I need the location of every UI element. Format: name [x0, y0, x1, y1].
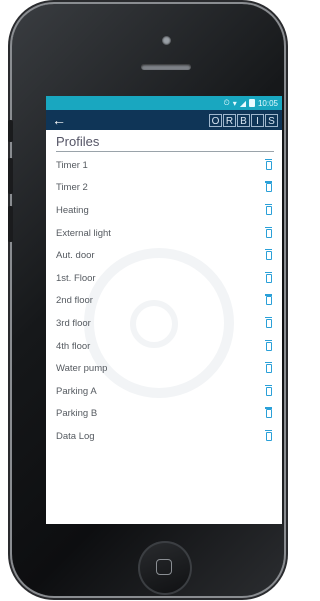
list-item[interactable]: Aut. door: [56, 244, 274, 267]
list-item[interactable]: 3rd floor: [56, 312, 274, 335]
profile-name: Timer 2: [56, 182, 88, 194]
logo-letter: R: [223, 113, 236, 127]
trash-icon[interactable]: [265, 362, 272, 374]
trash-icon[interactable]: [265, 249, 272, 261]
logo-letter: B: [237, 113, 250, 127]
profile-name: Data Log: [56, 430, 95, 442]
app-bar: ← O R B I S: [46, 110, 282, 130]
profile-name: 4th floor: [56, 340, 91, 352]
alarm-icon: ⏲: [223, 98, 230, 107]
trash-icon[interactable]: [265, 316, 272, 328]
brand-logo: O R B I S: [209, 113, 278, 127]
home-button[interactable]: [138, 541, 192, 595]
battery-icon: [248, 99, 255, 107]
list-item[interactable]: Timer 2: [56, 177, 274, 200]
back-button[interactable]: ←: [52, 113, 66, 127]
list-item[interactable]: Parking A: [56, 380, 274, 403]
logo-letter: S: [265, 113, 278, 127]
trash-icon[interactable]: [265, 407, 272, 419]
earpiece-speaker: [141, 64, 191, 70]
profile-name: Parking A: [56, 385, 97, 397]
profile-name: Heating: [56, 204, 89, 216]
trash-icon[interactable]: [265, 294, 272, 306]
wifi-icon: ▾: [232, 98, 237, 108]
list-item[interactable]: Data Log: [56, 425, 274, 448]
main-content: Profiles Timer 1 Timer 2 Heating Externa…: [46, 130, 282, 448]
trash-icon[interactable]: [265, 339, 272, 351]
logo-letter: O: [209, 113, 222, 127]
volume-down-button: [8, 206, 13, 242]
list-item[interactable]: Heating: [56, 199, 274, 222]
list-item[interactable]: 2nd floor: [56, 290, 274, 313]
status-bar: ⏲ ▾ ◢ 10:05: [46, 96, 282, 110]
list-item[interactable]: Timer 1: [56, 154, 274, 177]
trash-icon[interactable]: [265, 226, 272, 238]
mute-switch: [8, 120, 13, 142]
logo-letter: I: [251, 113, 264, 127]
trash-icon[interactable]: [265, 181, 272, 193]
trash-icon[interactable]: [265, 429, 272, 441]
list-item[interactable]: Water pump: [56, 357, 274, 380]
volume-up-button: [8, 158, 13, 194]
list-item[interactable]: External light: [56, 222, 274, 245]
profile-name: 3rd floor: [56, 317, 91, 329]
page-title: Profiles: [56, 134, 274, 152]
trash-icon[interactable]: [265, 158, 272, 170]
profile-name: Water pump: [56, 363, 108, 375]
trash-icon[interactable]: [265, 203, 272, 215]
trash-icon[interactable]: [265, 384, 272, 396]
profile-name: 1st. Floor: [56, 272, 96, 284]
list-item[interactable]: 1st. Floor: [56, 267, 274, 290]
profile-name: External light: [56, 227, 111, 239]
front-camera: [162, 36, 171, 45]
list-item[interactable]: 4th floor: [56, 335, 274, 358]
profile-name: Aut. door: [56, 250, 95, 262]
home-square-icon: [156, 559, 172, 575]
profile-name: Timer 1: [56, 159, 88, 171]
trash-icon[interactable]: [265, 271, 272, 283]
profile-name: Parking B: [56, 408, 98, 420]
signal-icon: ◢: [239, 98, 246, 108]
profile-list: Timer 1 Timer 2 Heating External light A…: [56, 154, 274, 448]
status-time: 10:05: [257, 98, 278, 108]
phone-screen: ⏲ ▾ ◢ 10:05 ← O R B I S Profiles Timer 1…: [46, 96, 282, 524]
profile-name: 2nd floor: [56, 295, 93, 307]
list-item[interactable]: Parking B: [56, 403, 274, 426]
